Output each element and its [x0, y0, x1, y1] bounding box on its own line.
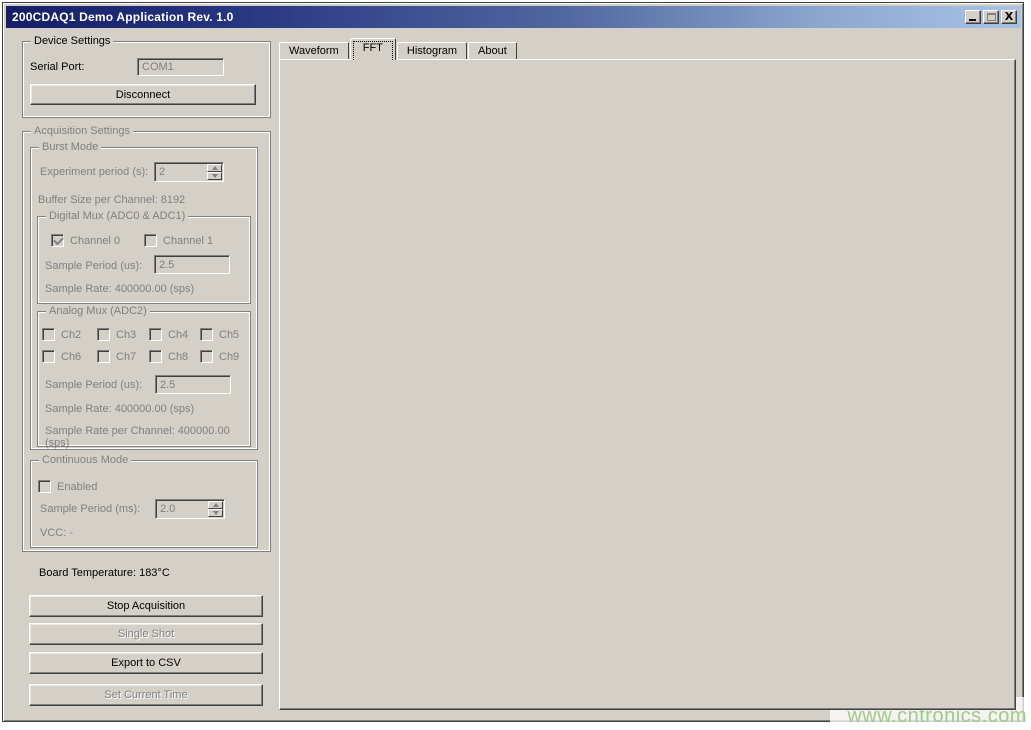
- device-settings-group: Device Settings Serial Port: COM1 Discon…: [22, 41, 271, 118]
- board-temperature-text: Board Temperature: 183°C: [39, 567, 170, 579]
- caption-buttons: X: [965, 10, 1017, 24]
- channel-checkbox: [149, 328, 162, 341]
- digital-sample-rate-text: Sample Rate: 400000.00 (sps): [45, 283, 194, 295]
- buffer-size-text: Buffer Size per Channel: 8192: [38, 194, 185, 206]
- serial-port-label: Serial Port:: [30, 61, 84, 73]
- minimize-icon: [969, 19, 976, 21]
- channel-checkbox: [51, 234, 64, 247]
- spin-down-icon: [207, 172, 222, 180]
- stop-acquisition-button[interactable]: Stop Acquisition: [29, 595, 263, 617]
- burst-mode-label: Burst Mode: [39, 141, 101, 153]
- continuous-mode-label: Continuous Mode: [39, 454, 131, 466]
- tab-histogram[interactable]: Histogram: [397, 42, 467, 60]
- channel-checkbox-label: Channel 1: [163, 235, 213, 247]
- tab-fft[interactable]: FFT: [350, 38, 396, 60]
- fft-tab-page: [279, 59, 1016, 710]
- disconnect-button[interactable]: Disconnect: [30, 84, 256, 105]
- analog-mux-label: Analog Mux (ADC2): [46, 305, 150, 317]
- experiment-period-value: 2: [159, 166, 165, 178]
- tab-bar: WaveformFFTHistogramAbout: [279, 38, 518, 60]
- spin-up-icon: [207, 164, 222, 172]
- channel-checkbox: [144, 234, 157, 247]
- channel-checkbox-label: Ch6: [61, 351, 81, 363]
- channel-checkbox-label: Ch9: [219, 351, 239, 363]
- tab-waveform[interactable]: Waveform: [279, 42, 349, 60]
- continuous-sample-period-spinner: 2.0: [155, 499, 225, 519]
- channel-checkbox-label: Ch7: [116, 351, 136, 363]
- serial-port-input: COM1: [137, 58, 224, 76]
- close-icon: X: [1002, 10, 1016, 23]
- channel-checkbox-label: Ch3: [116, 329, 136, 341]
- continuous-sample-period-label: Sample Period (ms):: [40, 503, 140, 515]
- channel-checkbox: [97, 328, 110, 341]
- digital-mux-group: Digital Mux (ADC0 & ADC1) Channel 0Chann…: [37, 216, 251, 304]
- tab-about[interactable]: About: [468, 42, 517, 60]
- continuous-enabled-checkbox: [38, 480, 51, 493]
- window-title: 200CDAQ1 Demo Application Rev. 1.0: [6, 10, 234, 24]
- app-window: 200CDAQ1 Demo Application Rev. 1.0 X Dev…: [2, 2, 1024, 722]
- channel-checkbox-label: Channel 0: [70, 235, 120, 247]
- single-shot-button: Single Shot: [29, 623, 263, 645]
- digital-sample-period-input: 2.5: [154, 255, 230, 274]
- minimize-button[interactable]: [965, 10, 981, 24]
- channel-checkbox: [149, 350, 162, 363]
- analog-sample-period-label: Sample Period (us):: [45, 379, 142, 391]
- analog-sample-rate-text: Sample Rate: 400000.00 (sps): [45, 403, 194, 415]
- device-settings-label: Device Settings: [31, 35, 113, 47]
- export-to-csv-button[interactable]: Export to CSV: [29, 652, 263, 674]
- spinner-arrows: [208, 501, 223, 517]
- channel-checkbox: [42, 350, 55, 363]
- title-bar[interactable]: 200CDAQ1 Demo Application Rev. 1.0 X: [6, 6, 1021, 28]
- channel-checkbox-label: Ch2: [61, 329, 81, 341]
- channel-checkbox: [97, 350, 110, 363]
- analog-mux-group: Analog Mux (ADC2) Ch2Ch3Ch4Ch5Ch6Ch7Ch8C…: [37, 311, 251, 447]
- channel-checkbox: [42, 328, 55, 341]
- digital-mux-label: Digital Mux (ADC0 & ADC1): [46, 210, 188, 222]
- analog-sample-period-input: 2.5: [155, 375, 231, 394]
- vcc-text: VCC: -: [40, 527, 73, 539]
- maximize-button: [983, 10, 999, 24]
- experiment-period-label: Experiment period (s):: [40, 166, 148, 178]
- continuous-enabled-label: Enabled: [57, 481, 97, 493]
- channel-checkbox-label: Ch5: [219, 329, 239, 341]
- spinner-arrows: [207, 164, 222, 180]
- set-current-time-button: Set Current Time: [29, 684, 263, 706]
- continuous-mode-group: Enabled Continuous Mode Sample Period (m…: [30, 460, 258, 548]
- spin-down-icon: [208, 509, 223, 517]
- channel-checkbox-label: Ch8: [168, 351, 188, 363]
- close-button[interactable]: X: [1001, 10, 1017, 24]
- maximize-icon: [987, 13, 996, 21]
- continuous-sample-period-value: 2.0: [160, 503, 175, 515]
- analog-sample-rate-per-channel-text: Sample Rate per Channel: 400000.00 (sps): [45, 425, 250, 449]
- experiment-period-spinner: 2: [154, 162, 224, 182]
- channel-checkbox: [200, 328, 213, 341]
- acquisition-settings-label: Acquisition Settings: [31, 125, 133, 137]
- digital-sample-period-label: Sample Period (us):: [45, 260, 142, 272]
- channel-checkbox-label: Ch4: [168, 329, 188, 341]
- channel-checkbox: [200, 350, 213, 363]
- spin-up-icon: [208, 501, 223, 509]
